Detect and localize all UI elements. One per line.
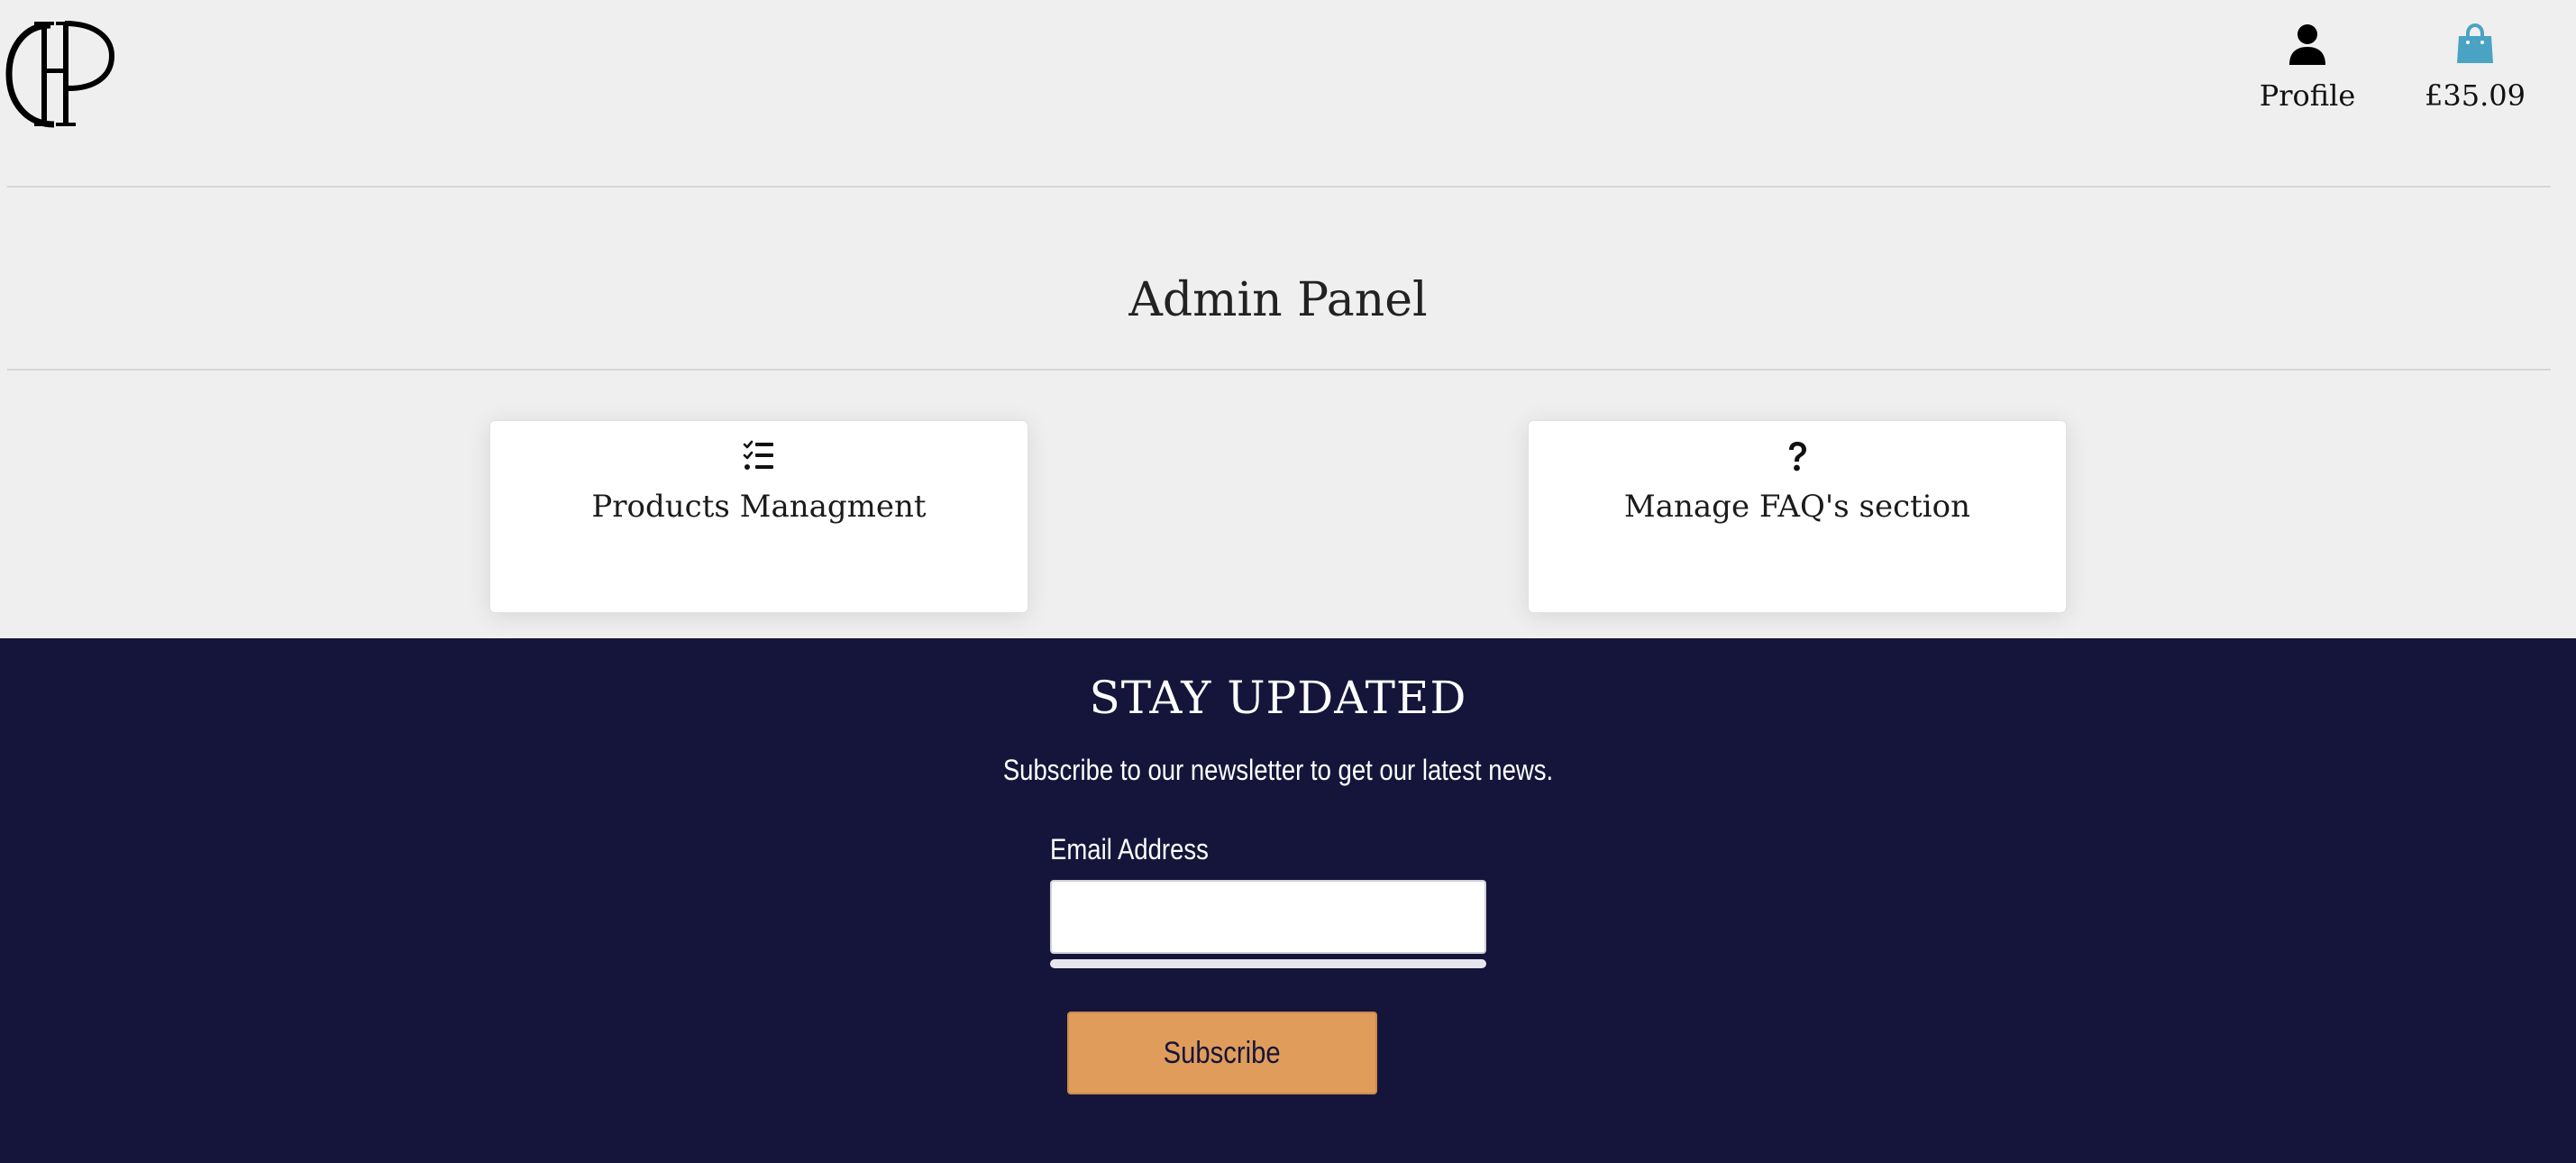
email-label: Email Address [1050,833,1209,865]
logo-monogram-icon [5,21,115,128]
shopping-bag-link[interactable]: £35.09 [2425,23,2526,114]
manage-faq-card[interactable]: Manage FAQ's section [1528,420,2067,613]
newsletter-subtitle: Subscribe to our newsletter to get our l… [1002,754,1554,786]
page: Profile £35.09 Admin Panel Products Mana… [0,0,2576,1163]
email-input[interactable] [1050,880,1486,954]
profile-label: Profile [2259,78,2356,113]
newsletter-title: STAY UPDATED [1089,672,1467,724]
site-logo[interactable] [5,18,117,130]
checklist-icon [742,439,776,473]
header-divider [7,186,2551,188]
subscribe-button[interactable]: Subscribe [1067,1012,1377,1094]
email-input-underline [1050,959,1486,968]
user-icon [2289,24,2325,65]
question-icon [1780,439,1814,473]
products-management-card[interactable]: Products Managment [489,420,1028,613]
profile-link[interactable]: Profile [2259,23,2356,114]
newsletter-footer: STAY UPDATED Subscribe to our newsletter… [0,638,2576,1163]
subscribe-label: Subscribe [1163,1035,1282,1070]
manage-faq-label: Manage FAQ's section [1623,489,1971,525]
page-title: Admin Panel [1128,273,1428,327]
title-divider [7,369,2551,371]
products-management-label: Products Managment [591,489,927,525]
bag-total: £35.09 [2425,78,2526,113]
shopping-bag-icon [2457,23,2493,63]
